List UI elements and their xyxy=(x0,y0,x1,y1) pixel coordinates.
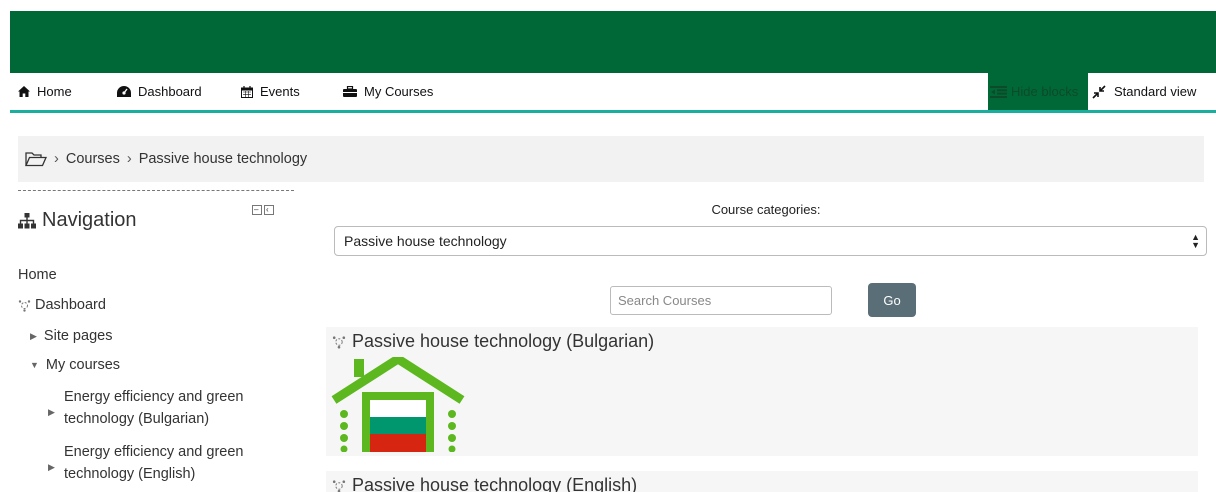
outdent-icon xyxy=(990,85,1007,98)
breadcrumb-current: Passive house technology xyxy=(138,151,308,167)
nav-tree-home-label: Home xyxy=(18,267,57,283)
caret-down-icon: ▼ xyxy=(30,360,39,370)
calendar-icon xyxy=(241,85,253,98)
course-categories-label: Course categories: xyxy=(711,202,821,217)
sitemap-icon xyxy=(18,212,36,228)
hide-blocks-button[interactable]: Hide blocks xyxy=(988,73,1088,110)
course-name-line: Energy efficiency and green xyxy=(64,389,244,405)
course-title-label: Passive house technology (English) xyxy=(352,475,638,492)
course-name-line: technology (Bulgarian) xyxy=(64,411,210,427)
compress-icon xyxy=(1092,84,1106,99)
dock-icon: ‹ xyxy=(266,205,269,214)
navigation-block: Navigation – ‹ Home Dashboard ▶ Site pag… xyxy=(18,190,294,492)
breadcrumb-courses[interactable]: Courses xyxy=(66,151,120,167)
course-title-link[interactable]: Passive house technology (Bulgarian) xyxy=(332,331,654,352)
course-name-line: technology (English) xyxy=(64,466,196,482)
hide-blocks-label: Hide blocks xyxy=(1011,84,1079,99)
nav-dashboard-label: Dashboard xyxy=(138,84,202,99)
breadcrumb: › Courses › Passive house technology xyxy=(18,136,1204,182)
go-button[interactable]: Go xyxy=(868,283,916,317)
standard-view-label: Standard view xyxy=(1114,84,1197,99)
briefcase-icon xyxy=(343,86,357,97)
nav-events-label: Events xyxy=(260,84,300,99)
standard-view-button[interactable]: Standard view xyxy=(1092,73,1196,110)
navigation-title-label: Navigation xyxy=(42,209,137,231)
nav-home-label: Home xyxy=(37,84,72,99)
site-header-bar xyxy=(10,11,1216,73)
minus-icon: – xyxy=(254,205,259,214)
home-icon xyxy=(18,86,30,97)
breadcrumb-separator: › xyxy=(54,151,59,167)
nav-events[interactable]: Events xyxy=(241,73,300,110)
nav-tree-my-courses[interactable]: ▼ My courses xyxy=(30,357,120,373)
caret-right-icon: ▶ xyxy=(48,462,55,472)
block-controls: – ‹ xyxy=(252,205,276,215)
nav-tree-site-pages-label: Site pages xyxy=(43,328,113,344)
course-house-image[interactable] xyxy=(330,357,466,452)
nav-tree-site-pages[interactable]: ▶ Site pages xyxy=(30,328,112,344)
nav-tree-my-courses-label: My courses xyxy=(45,357,121,373)
select-arrows-icon: ▲ ▼ xyxy=(1191,232,1200,250)
nav-tree-home[interactable]: Home xyxy=(18,267,57,283)
nav-tree-course-item[interactable]: ▶ Energy efficiency and green technology… xyxy=(48,386,244,430)
nav-my-courses[interactable]: My Courses xyxy=(343,73,433,110)
search-courses-input[interactable]: Search Courses xyxy=(610,286,832,315)
nav-my-courses-label: My Courses xyxy=(364,84,434,99)
nav-dashboard[interactable]: Dashboard xyxy=(117,73,202,110)
dock-block-button[interactable]: ‹ xyxy=(264,205,274,215)
breadcrumb-separator: › xyxy=(126,151,132,167)
tachometer-icon xyxy=(117,86,131,97)
nav-tree-course-item[interactable]: ▶ Energy efficiency and green technology… xyxy=(48,441,244,485)
category-selected-value: Passive house technology xyxy=(344,233,507,249)
caret-right-icon: ▶ xyxy=(30,330,37,341)
course-name-line: Energy efficiency and green xyxy=(64,444,244,460)
caret-right-icon: ▶ xyxy=(48,407,55,417)
course-category-select[interactable]: Passive house technology ▲ ▼ xyxy=(334,226,1207,256)
nav-tree-dashboard[interactable]: Dashboard xyxy=(18,297,106,313)
collapse-block-button[interactable]: – xyxy=(252,205,262,215)
nav-tree-dashboard-label: Dashboard xyxy=(35,297,106,313)
course-title-label: Passive house technology (Bulgarian) xyxy=(352,331,655,351)
nav-home[interactable]: Home xyxy=(18,73,72,110)
primary-navbar: Home Dashboard Events My Courses Hide bl… xyxy=(10,73,1216,113)
course-dot-icon xyxy=(332,335,346,348)
course-box: Passive house technology (English) xyxy=(326,471,1198,492)
course-title-link[interactable]: Passive house technology (English) xyxy=(332,475,637,492)
navigation-block-title: Navigation xyxy=(18,209,137,232)
dashboard-dot-icon xyxy=(18,299,31,312)
folder-open-icon[interactable] xyxy=(25,151,47,167)
course-box: Passive house technology (Bulgarian) xyxy=(326,327,1198,456)
search-placeholder: Search Courses xyxy=(618,293,712,308)
course-dot-icon xyxy=(332,479,346,492)
